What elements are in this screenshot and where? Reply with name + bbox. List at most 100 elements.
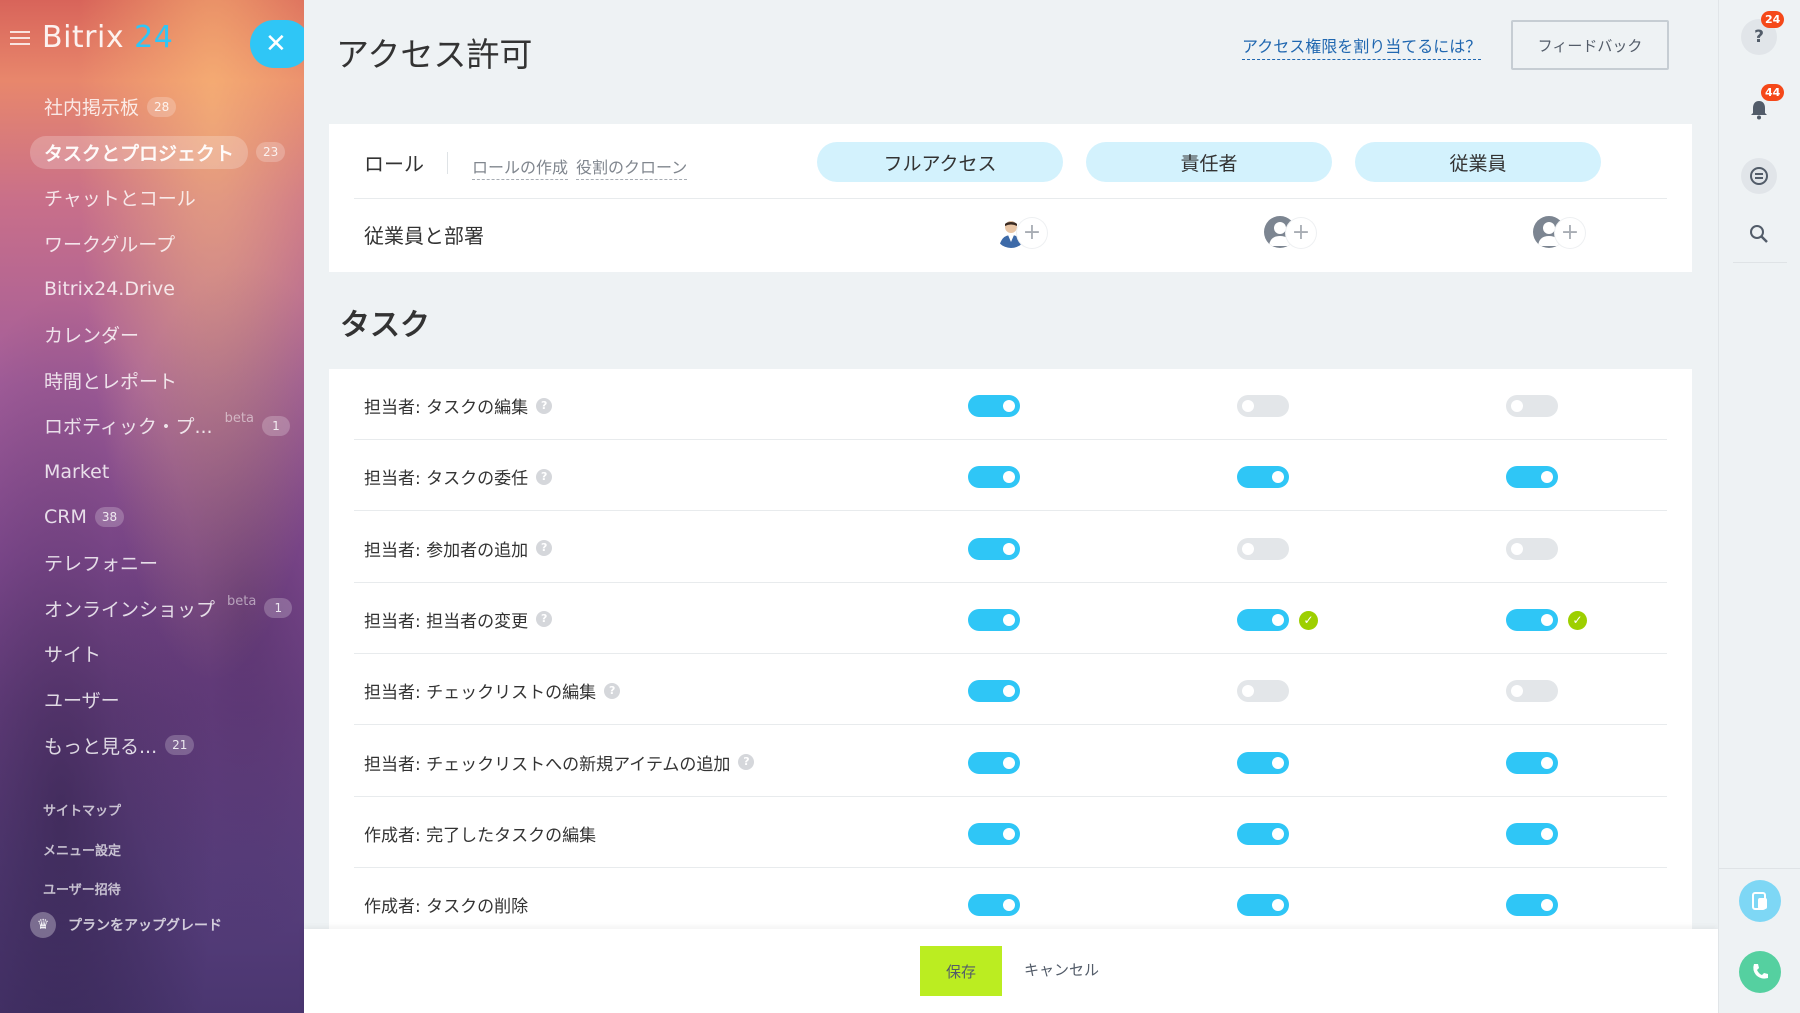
search-icon[interactable]	[1741, 216, 1777, 252]
assign-employee[interactable]: +	[1533, 212, 1593, 254]
permission-toggle[interactable]	[968, 537, 1020, 560]
permission-toggle[interactable]	[1237, 608, 1289, 631]
help-hint-icon[interactable]: ?	[536, 540, 553, 557]
sidebar-item-label: テレフォニー	[44, 553, 159, 576]
permission-toggle[interactable]	[1506, 894, 1558, 917]
sidebar-item-label: ワークグループ	[44, 234, 176, 257]
permission-row: 担当者: チェックリストの編集?	[354, 654, 1667, 726]
beta-tag: beta	[224, 411, 254, 427]
permission-label: 作成者: 完了したタスクの編集	[364, 821, 596, 846]
sidebar-sub-item[interactable]: メニュー設定	[43, 830, 121, 870]
permission-label-text: 担当者: タスクの編集	[364, 398, 529, 418]
help-link[interactable]: アクセス権限を割り当てるには？	[1242, 33, 1482, 60]
role-chip-manager[interactable]: 責任者	[1086, 142, 1332, 182]
assign-manager[interactable]: +	[1264, 212, 1324, 254]
permission-toggle[interactable]	[1506, 822, 1558, 845]
left-sidebar: Bitrix 24 ✕ 社内掲示板 28 タスクとプロジェクト 23 チャットとコールワ…	[0, 0, 304, 1013]
messenger-icon[interactable]	[1741, 158, 1777, 194]
sidebar-item[interactable]: タスクとプロジェクト 23	[30, 130, 300, 176]
page-title: アクセス許可	[336, 35, 533, 74]
permission-label: 担当者: 参加者の追加?	[364, 536, 553, 561]
permission-toggle[interactable]	[1506, 395, 1558, 417]
right-panel: ? 24 44	[1718, 0, 1800, 1013]
phone-icon[interactable]	[1739, 951, 1781, 993]
permission-row: 作成者: タスクの削除	[354, 868, 1667, 929]
permission-label: 担当者: チェックリストへの新規アイテムの追加?	[364, 750, 755, 775]
changed-check-icon: ✓	[1568, 610, 1587, 630]
role-chip-employee[interactable]: 従業員	[1355, 142, 1601, 182]
help-hint-icon[interactable]: ?	[536, 468, 553, 485]
permission-label-text: 担当者: チェックリストへの新規アイテムの追加	[364, 754, 731, 775]
upgrade-plan-link[interactable]: ♛ プランをアップグレード	[30, 912, 222, 938]
close-slider-button[interactable]: ✕	[250, 20, 304, 68]
permission-toggle[interactable]	[968, 751, 1020, 774]
sidebar-item-label: サイト	[44, 644, 102, 667]
permission-row: 担当者: タスクの編集?	[354, 369, 1667, 440]
permission-label: 担当者: タスクの編集?	[364, 393, 553, 418]
sidebar-sub-item[interactable]: ユーザー招待	[43, 869, 121, 909]
permission-toggle[interactable]	[968, 894, 1020, 917]
help-hint-icon[interactable]: ?	[604, 682, 621, 699]
permission-toggle[interactable]	[1237, 894, 1289, 917]
sidebar-item-count: 23	[256, 142, 286, 163]
clone-role-link[interactable]: 役割のクローン	[576, 154, 688, 180]
sidebar-item[interactable]: チャットとコール	[30, 175, 300, 221]
role-label: ロール	[364, 152, 424, 176]
sidebar-item[interactable]: カレンダー	[30, 312, 300, 358]
help-hint-icon[interactable]: ?	[738, 754, 755, 770]
save-button[interactable]: 保存	[920, 946, 1002, 996]
beta-tag: beta	[227, 593, 257, 609]
sidebar-item[interactable]: ロボティック・プ... beta 1	[30, 403, 300, 449]
sidebar-item[interactable]: Bitrix24.Drive	[30, 266, 300, 312]
sidebar-item[interactable]: 時間とレポート	[30, 358, 300, 404]
permission-toggle[interactable]	[1237, 822, 1289, 845]
sidebar-sub-item[interactable]: サイトマップ	[43, 790, 121, 830]
permission-toggle[interactable]	[1237, 537, 1289, 560]
sidebar-item[interactable]: CRM 38	[30, 494, 300, 540]
permission-toggle[interactable]	[968, 822, 1020, 845]
notification-bell-icon[interactable]: 44	[1741, 84, 1785, 128]
assign-full-access[interactable]: +	[995, 212, 1055, 254]
permission-toggle[interactable]	[1506, 680, 1558, 703]
sidebar-item[interactable]: オンラインショップ beta 1	[30, 586, 300, 632]
permission-row: 作成者: 完了したタスクの編集	[354, 797, 1667, 868]
add-user-icon: +	[1286, 218, 1316, 248]
permission-label-text: 作成者: 完了したタスクの編集	[364, 825, 597, 846]
role-header: ロール ロールの作成 役割のクローン フルアクセス 責任者 従業員	[329, 124, 1692, 198]
create-role-link[interactable]: ロールの作成	[472, 154, 569, 180]
permission-toggle[interactable]	[1237, 466, 1289, 489]
permission-toggle[interactable]	[1506, 537, 1558, 560]
sidebar-item[interactable]: サイト	[30, 631, 300, 677]
cancel-button[interactable]: キャンセル	[1024, 959, 1099, 980]
permission-toggle[interactable]	[968, 466, 1020, 489]
permission-toggle[interactable]	[968, 608, 1020, 631]
documents-icon[interactable]	[1739, 880, 1781, 922]
sidebar-item[interactable]: 社内掲示板 28	[30, 84, 300, 130]
permission-toggle[interactable]	[1237, 395, 1289, 417]
role-separator	[447, 152, 448, 174]
permission-toggle[interactable]	[1237, 680, 1289, 703]
sidebar-item[interactable]: Market	[30, 449, 300, 495]
hamburger-menu-icon[interactable]	[10, 30, 30, 45]
feedback-button[interactable]: フィードバック	[1511, 20, 1669, 70]
sidebar-item[interactable]: もっと見る... 21	[30, 722, 300, 768]
permission-toggle[interactable]	[1506, 466, 1558, 489]
help-hint-icon[interactable]: ?	[536, 397, 553, 414]
sidebar-item-label: ロボティック・プ...	[44, 416, 213, 439]
role-chip-full-access[interactable]: フルアクセス	[817, 142, 1063, 182]
permission-row: 担当者: タスクの委任?	[354, 440, 1667, 512]
help-hint-icon[interactable]: ?	[536, 611, 553, 628]
bitrix24-logo[interactable]: Bitrix 24	[42, 20, 173, 55]
permission-toggle[interactable]	[968, 395, 1020, 417]
sidebar-item-label: Market	[44, 460, 110, 483]
sidebar-item-label: Bitrix24.Drive	[44, 278, 175, 301]
sidebar-item[interactable]: テレフォニー	[30, 540, 300, 586]
permission-toggle[interactable]	[968, 680, 1020, 703]
sidebar-item[interactable]: ワークグループ	[30, 221, 300, 267]
help-icon[interactable]: ? 24	[1741, 11, 1785, 55]
permission-toggle[interactable]	[1506, 608, 1558, 631]
sidebar-item[interactable]: ユーザー	[30, 677, 300, 723]
permission-label-text: 作成者: タスクの削除	[364, 897, 529, 918]
permission-toggle[interactable]	[1237, 751, 1289, 774]
permission-toggle[interactable]	[1506, 751, 1558, 774]
